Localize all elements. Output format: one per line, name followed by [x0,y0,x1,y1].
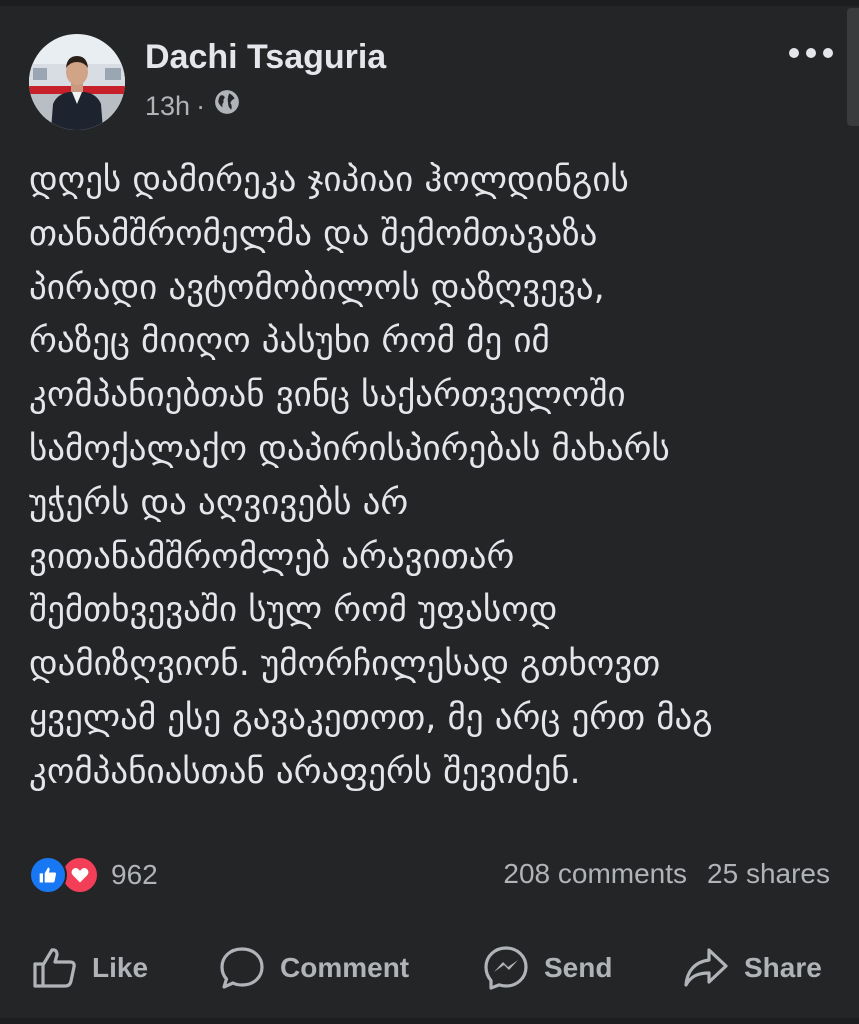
messenger-icon [484,946,528,990]
more-options-button[interactable] [783,36,839,70]
post-text: დღეს დამირეკა ჯიპიაი ჰოლდინგის თანამშრომ… [29,154,844,800]
globe-icon [214,89,240,122]
post-text-line: სამოქალაქო დაპირისპირებას მახარს [29,428,670,469]
post-text-line: თანამშრომელმა და შემომთავაზა [29,213,598,254]
scrollbar[interactable] [847,8,859,126]
shares-count[interactable]: 25 shares [707,858,830,890]
share-button[interactable]: Share [682,936,822,1000]
comment-button[interactable]: Comment [218,936,409,1000]
thumbs-up-icon [33,948,76,988]
post-text-line: კომპანიასთან არაფერს შევიძენ. [29,751,581,792]
author-name[interactable]: Dachi Tsaguria [145,36,386,78]
post-text-line: რაზეც მიიღო პასუხი რომ მე იმ [29,321,550,362]
reaction-count: 962 [111,859,158,890]
action-bar: Like Comment Send Share [0,936,859,1000]
post-meta: 13h · [145,89,240,122]
post-text-line: დამიზღვიონ. უმორჩილესად გთხოვთ [29,644,661,685]
post-text-line: დღეს დამირეკა ჯიპიაი ჰოლდინგის [29,160,629,200]
post-time[interactable]: 13h [145,90,190,122]
post-text-line: შემთხვევაში სულ რომ უფასოდ [29,590,558,631]
post-text-line: პირადი ავტომობილოს დაზღვევა, [29,267,605,308]
post-text-line: ვითანამშრომლებ არავითარ [29,536,515,577]
post-text-line: ყველამ ესე გავაკეთოთ, მე არც ერთ მაგ [29,697,713,738]
comment-label: Comment [280,952,410,983]
engagement-counts: 208 comments 25 shares [503,858,830,890]
reactions-summary[interactable]: 962 [29,856,158,894]
bottom-divider [0,1018,859,1024]
meta-separator: · [196,90,206,121]
like-button[interactable]: Like [30,936,148,1000]
avatar[interactable] [29,34,125,130]
like-icon [29,856,67,894]
post-text-line: უჭერს და აღვივებს არ [29,482,409,523]
share-arrow-icon [684,948,728,987]
top-divider [0,0,859,6]
send-button[interactable]: Send [482,936,612,1000]
send-label: Send [544,952,613,983]
comments-count[interactable]: 208 comments [503,858,687,890]
comment-bubble-icon [220,947,264,989]
post-card: Dachi Tsaguria 13h · დღეს დამირეკა ჯიპია… [0,0,859,1024]
post-text-line: კომპანიებთან ვინც საქართველოში [29,375,626,416]
share-label: Share [744,952,822,983]
more-dots-icon [789,48,833,58]
like-label: Like [92,952,149,983]
